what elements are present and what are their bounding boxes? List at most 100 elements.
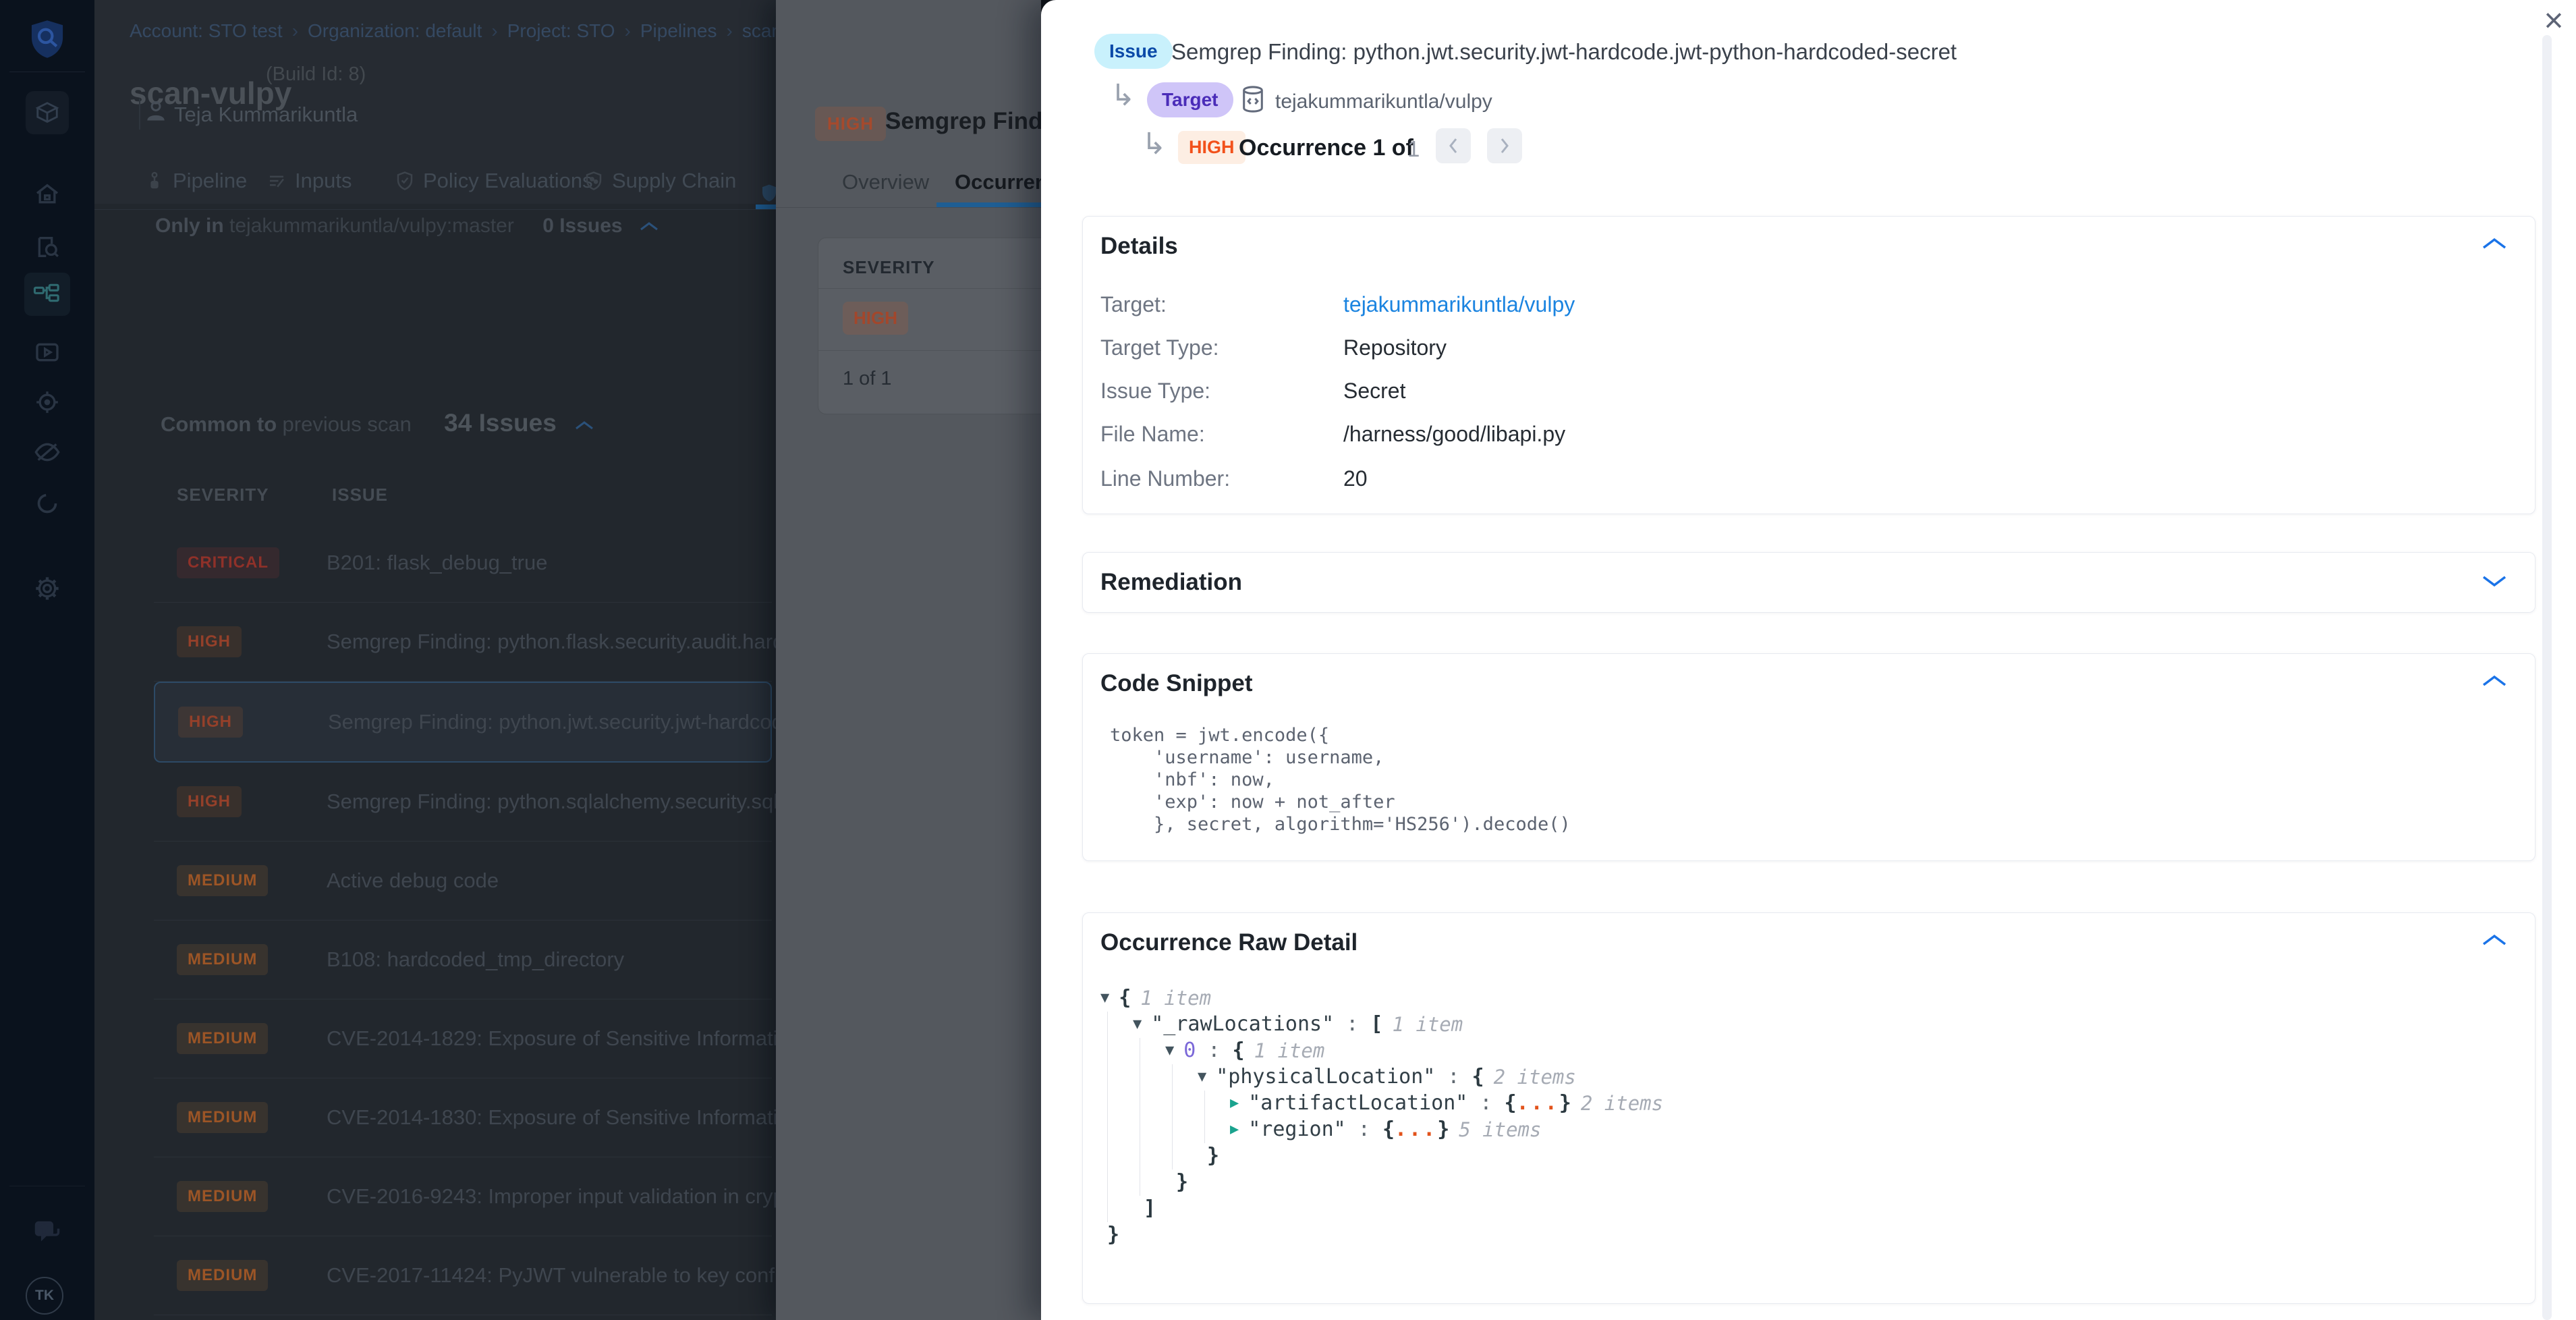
executions-icon[interactable] — [34, 339, 61, 366]
issue-title: CVE-2017-11424: PyJWT vulnerable to key … — [327, 1263, 776, 1288]
issue-row[interactable]: HIGHSemgrep Finding: python.sqlalchemy.s… — [154, 763, 772, 842]
json-tri-open[interactable]: ▼ — [1198, 1068, 1206, 1085]
detail-label: File Name: — [1100, 422, 1205, 447]
issue-row[interactable]: MEDIUMCVE-2016-9243: Improper input vali… — [154, 1157, 772, 1236]
detail-value: 20 — [1343, 466, 1368, 491]
breadcrumb-separator: › — [625, 20, 631, 41]
collapse-caret-icon[interactable] — [639, 220, 659, 232]
scans-icon[interactable] — [34, 233, 61, 260]
tab-policy-evaluations-label: Policy Evaluations — [423, 169, 593, 193]
tab-security-tests[interactable]: Security Tests — [759, 169, 776, 217]
raw-detail-heading: Occurrence Raw Detail — [1100, 929, 1357, 956]
occurrence-next-button[interactable] — [1487, 128, 1522, 163]
drawer-title: Semgrep Findin — [885, 108, 1041, 135]
user-avatar[interactable]: TK — [26, 1277, 63, 1315]
breadcrumb[interactable]: Account: STO test › Organization: default ›… — [130, 20, 776, 42]
severity-badge: HIGH — [178, 707, 243, 738]
tab-inputs-label: Inputs — [295, 169, 352, 193]
breadcrumb-item[interactable]: Organization: default — [308, 20, 482, 41]
json-tree-line[interactable]: } — [1100, 1143, 1663, 1169]
tab-inputs[interactable]: Inputs — [267, 169, 352, 193]
json-tri-open[interactable]: ▼ — [1100, 989, 1109, 1006]
json-tri-open[interactable]: ▼ — [1133, 1016, 1142, 1033]
tree-guide-line — [1204, 1091, 1205, 1143]
exemptions-eye-off-icon[interactable] — [34, 439, 61, 466]
col-header-severity: SEVERITY — [177, 485, 269, 505]
json-tree-line[interactable]: ▶"artifactLocation" : {...}2 items — [1100, 1090, 1663, 1116]
collapse-chevron-up-icon[interactable] — [2481, 932, 2508, 948]
divider — [818, 288, 1041, 289]
detail-value-target-link[interactable]: tejakummarikuntla/vulpy — [1343, 292, 1575, 317]
issue-row[interactable]: MEDIUMCVE-2017-11424: PyJWT vulnerable t… — [154, 1236, 772, 1315]
security-tests-shield-icon — [759, 183, 776, 203]
json-tree-line[interactable]: ▼ {1 item — [1100, 985, 1663, 1011]
json-count: 5 items — [1459, 1118, 1541, 1141]
tab-supply-chain[interactable]: Supply Chain — [584, 169, 736, 193]
getting-started-icon[interactable] — [34, 490, 61, 517]
settings-gear-icon[interactable] — [34, 575, 61, 602]
issue-row[interactable]: MEDIUMB108: hardcoded_tmp_directory — [154, 920, 772, 999]
help-chat-icon[interactable]: ? — [32, 1219, 62, 1248]
drawer-tab-overview[interactable]: Overview — [842, 170, 929, 194]
tabbar-divider — [94, 209, 776, 210]
breadcrumb-separator: › — [726, 20, 732, 41]
inputs-icon — [267, 171, 287, 191]
drawer-tab-occurrences[interactable]: Occurrenc — [955, 170, 1041, 194]
issue-title: CVE-2014-1829: Exposure of Sensitive Inf… — [327, 1026, 776, 1051]
expand-chevron-down-icon[interactable] — [2481, 573, 2508, 589]
issue-row[interactable]: MEDIUMCVE-2014-1829: Exposure of Sensiti… — [154, 999, 772, 1078]
tab-pipeline[interactable]: Pipeline — [144, 169, 247, 193]
issue-title: B108: hardcoded_tmp_directory — [327, 947, 624, 972]
collapse-chevron-up-icon[interactable] — [2481, 236, 2508, 252]
tab-supply-chain-label: Supply Chain — [612, 169, 736, 193]
breadcrumb-item[interactable]: scan-vulpy — [742, 20, 776, 41]
issue-row[interactable]: HIGHSemgrep Finding: python.jwt.security… — [154, 682, 772, 763]
occurrence-label: Occurrence 1 of — [1239, 135, 1413, 161]
json-tree-line[interactable]: ▶"region" : {...}5 items — [1100, 1116, 1663, 1143]
breadcrumb-item[interactable]: Account: STO test — [130, 20, 283, 41]
modal-scrollbar[interactable] — [2542, 35, 2552, 1320]
json-brace: { — [1505, 1091, 1517, 1115]
modal-issue-title: Semgrep Finding: python.jwt.security.jwt… — [1171, 39, 1957, 65]
breadcrumb-item[interactable]: Pipelines — [640, 20, 717, 41]
json-count: 2 items — [1494, 1066, 1576, 1089]
module-cube-icon[interactable] — [26, 91, 69, 134]
json-tree-line[interactable]: } — [1100, 1221, 1663, 1248]
json-tri-open[interactable]: ▼ — [1165, 1042, 1174, 1059]
json-tree-line[interactable]: } — [1100, 1169, 1663, 1195]
close-icon[interactable]: × — [2533, 0, 2574, 40]
json-tree-line[interactable]: ▼"_rawLocations" : [1 item — [1100, 1011, 1663, 1037]
avatar-initials: TK — [35, 1288, 54, 1304]
issue-title: CVE-2016-9243: Improper input validation… — [327, 1184, 776, 1209]
json-tree-line[interactable]: ▼0 : {1 item — [1100, 1037, 1663, 1064]
issue-drawer: HIGH Semgrep Findin Overview Occurrenc S… — [776, 0, 1041, 1320]
issue-title: Semgrep Finding: python.flask.security.a… — [327, 630, 776, 654]
issue-row[interactable]: MEDIUMActive debug code — [154, 842, 772, 920]
branch-arrow-icon: ↳ — [1111, 78, 1136, 113]
drawer-pagination: 1 of 1 — [843, 368, 892, 390]
json-brace: { — [1119, 986, 1131, 1010]
issue-row[interactable]: MEDIUMCVE-2014-1830: Exposure of Sensiti… — [154, 1078, 772, 1157]
breadcrumb-item[interactable]: Project: STO — [507, 20, 615, 41]
json-tri-closed[interactable]: ▶ — [1230, 1095, 1239, 1111]
severity-badge: MEDIUM — [177, 865, 268, 896]
issue-row[interactable]: HIGHSemgrep Finding: python.flask.securi… — [154, 603, 772, 682]
detail-value: Secret — [1343, 379, 1405, 404]
json-tri-closed[interactable]: ▶ — [1230, 1121, 1239, 1138]
home-icon[interactable] — [34, 181, 61, 208]
occurrence-prev-button[interactable] — [1436, 128, 1471, 163]
detail-label: Line Number: — [1100, 466, 1230, 491]
tab-policy-evaluations[interactable]: Policy Evaluations — [395, 169, 593, 193]
app-root: ? TK ▶ Account: STO test › Organization: d… — [0, 0, 2576, 1320]
json-key: "region" — [1248, 1118, 1346, 1141]
pipelines-icon-active[interactable] — [24, 273, 70, 316]
collapse-caret-icon[interactable] — [574, 419, 594, 431]
json-count: 1 item — [1140, 987, 1211, 1010]
json-tree-line[interactable]: ] — [1100, 1195, 1663, 1221]
json-count: 2 items — [1581, 1092, 1663, 1115]
collapse-chevron-up-icon[interactable] — [2481, 673, 2508, 689]
issue-row[interactable]: CRITICALB201: flask_debug_true — [154, 524, 772, 603]
json-tree-line[interactable]: ▼"physicalLocation" : {2 items — [1100, 1064, 1663, 1090]
targets-icon[interactable] — [34, 389, 61, 416]
code-snippet-heading: Code Snippet — [1100, 670, 1253, 697]
